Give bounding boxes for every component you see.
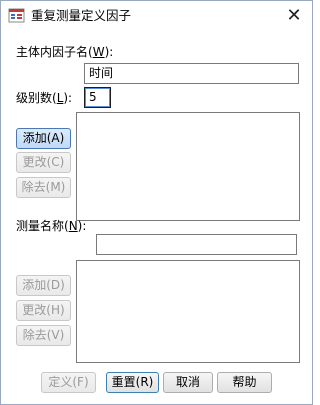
factor-list[interactable]	[76, 112, 300, 221]
dialog-window: 重复测量定义因子 ✕ 主体内因子名(W): 时间 级别数(L): 5 添加(A)…	[0, 0, 313, 405]
measure-list[interactable]	[76, 260, 300, 363]
measure-add-button[interactable]: 添加(D)	[16, 275, 71, 296]
dialog-body: 主体内因子名(W): 时间 级别数(L): 5 添加(A) 更改(C) 除去(M…	[1, 32, 312, 404]
factor-name-label: 主体内因子名(W):	[16, 45, 114, 59]
spss-dialog-icon	[8, 8, 25, 23]
levels-field[interactable]: 5	[84, 87, 111, 108]
factor-change-button[interactable]: 更改(C)	[16, 152, 71, 173]
measure-remove-button[interactable]: 除去(V)	[16, 325, 71, 346]
factor-add-button[interactable]: 添加(A)	[16, 128, 71, 149]
help-button[interactable]: 帮助	[217, 372, 272, 393]
close-icon[interactable]: ✕	[281, 5, 307, 27]
measure-change-button[interactable]: 更改(H)	[16, 300, 71, 321]
dialog-title: 重复测量定义因子	[31, 8, 132, 23]
factor-name-field[interactable]: 时间	[84, 63, 299, 84]
levels-label: 级别数(L):	[16, 91, 73, 105]
measure-name-label: 测量名称(N):	[16, 219, 87, 233]
reset-button[interactable]: 重置(R)	[106, 372, 159, 393]
define-button[interactable]: 定义(F)	[41, 372, 96, 393]
factor-remove-button[interactable]: 除去(M)	[16, 177, 71, 198]
title-bar[interactable]: 重复测量定义因子 ✕	[1, 1, 312, 31]
measure-name-field[interactable]	[96, 234, 297, 255]
cancel-button[interactable]: 取消	[163, 372, 213, 393]
